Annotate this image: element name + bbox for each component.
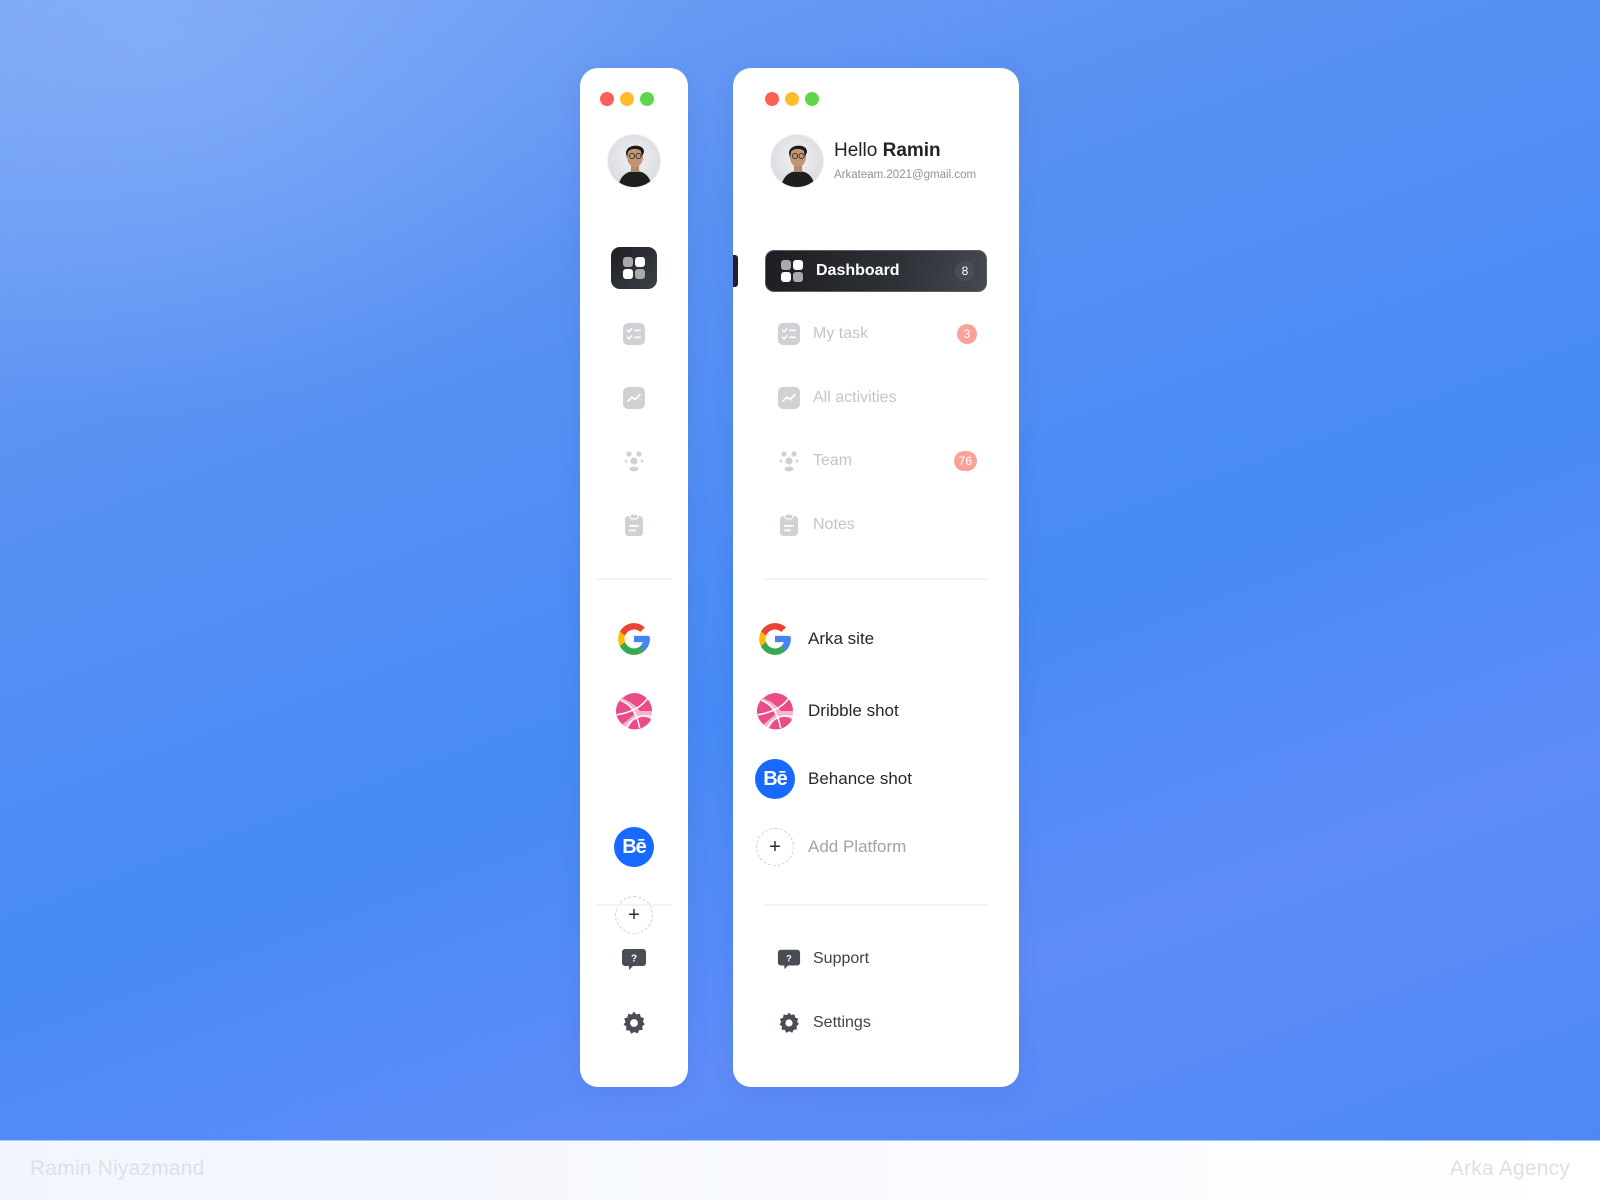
user-photo-icon	[781, 145, 815, 187]
support-label: Support	[813, 950, 870, 967]
behance-icon: Bē	[755, 759, 795, 799]
user-avatar[interactable]	[608, 135, 660, 187]
platform-label: Arka site	[808, 629, 875, 648]
clipboard-icon	[780, 513, 798, 536]
nav-label: My task	[813, 325, 869, 342]
active-indicator	[733, 255, 738, 287]
nav-item-my-task[interactable]: My task 3	[765, 313, 987, 355]
plus-icon: +	[615, 896, 653, 934]
nav-item-dashboard[interactable]: Dashboard 8	[765, 250, 987, 292]
svg-text:?: ?	[631, 954, 637, 965]
mini-add-platform-button[interactable]: +	[580, 895, 688, 935]
activity-chart-icon	[778, 387, 800, 409]
team-icon	[624, 451, 644, 472]
activity-chart-icon	[623, 387, 645, 409]
google-icon	[759, 623, 791, 655]
nav-label: Notes	[813, 516, 855, 533]
svg-text:?: ?	[786, 953, 792, 963]
collapsed-sidebar: Bē + ?	[580, 68, 688, 1087]
support-chat-icon: ?	[622, 949, 646, 970]
plus-icon: +	[756, 828, 794, 866]
minimize-window-button[interactable]	[620, 92, 634, 106]
user-avatar[interactable]	[771, 135, 823, 187]
gear-icon	[623, 1011, 645, 1034]
mini-nav-all-activities[interactable]	[580, 385, 688, 411]
user-name: Ramin	[882, 140, 941, 161]
add-platform-button[interactable]: + Add Platform	[755, 827, 906, 867]
user-greeting: Hello Ramin	[834, 140, 941, 162]
nav-badge: 8	[955, 261, 975, 281]
google-icon	[618, 623, 650, 655]
maximize-window-button[interactable]	[805, 92, 819, 106]
grid-icon	[623, 257, 645, 279]
mini-nav-team[interactable]	[580, 448, 688, 474]
platform-label: Behance shot	[808, 769, 912, 788]
settings-button[interactable]: Settings	[765, 1007, 871, 1039]
close-window-button[interactable]	[765, 92, 779, 106]
nav-item-team[interactable]: Team 76	[765, 440, 987, 482]
mini-platform-dribbble[interactable]	[580, 691, 688, 731]
nav-label: All activities	[813, 389, 897, 406]
checklist-icon	[778, 323, 800, 345]
window-controls	[600, 92, 654, 106]
platform-label: Add Platform	[808, 837, 907, 856]
nav-badge: 3	[957, 324, 977, 344]
platform-label: Dribble shot	[808, 701, 899, 720]
greeting-text: Hello	[834, 140, 878, 161]
gear-icon	[779, 1012, 799, 1033]
nav-badge: 76	[953, 451, 977, 471]
mini-nav-notes[interactable]	[580, 512, 688, 538]
designer-credit: Ramin Niyazmand	[30, 1157, 205, 1180]
minimize-window-button[interactable]	[785, 92, 799, 106]
window-controls	[765, 92, 819, 106]
behance-icon: Bē	[614, 827, 654, 867]
mini-platform-google[interactable]	[580, 619, 688, 659]
nav-label: Dashboard	[816, 262, 900, 279]
close-window-button[interactable]	[600, 92, 614, 106]
user-photo-icon	[618, 145, 652, 187]
clipboard-icon	[625, 513, 643, 536]
nav-label: Team	[813, 452, 853, 469]
settings-label: Settings	[813, 1014, 871, 1031]
support-chat-icon: ?	[777, 949, 801, 970]
mini-divider-bottom	[596, 904, 672, 906]
mini-settings-button[interactable]	[580, 1010, 688, 1036]
platform-item-arka-site[interactable]: Arka site	[755, 619, 874, 659]
grid-icon	[781, 260, 803, 282]
divider-top	[764, 578, 988, 580]
support-button[interactable]: ? Support	[765, 943, 869, 975]
dribbble-icon	[756, 692, 794, 730]
team-icon	[779, 451, 799, 472]
nav-item-notes[interactable]: Notes	[765, 504, 987, 546]
dribbble-icon	[615, 692, 653, 730]
platform-item-dribble-shot[interactable]: Dribble shot	[755, 691, 899, 731]
checklist-icon	[623, 323, 645, 345]
page-footer: Ramin Niyazmand Arka Agency	[0, 1140, 1600, 1200]
mini-support-button[interactable]: ?	[580, 946, 688, 972]
mini-nav-dashboard[interactable]	[580, 247, 688, 289]
expanded-sidebar: Hello Ramin Arkateam.2021@gmail.com Dash…	[733, 68, 1019, 1087]
nav-item-all-activities[interactable]: All activities	[765, 377, 987, 419]
mini-platform-behance[interactable]: Bē	[580, 827, 688, 867]
platform-item-behance-shot[interactable]: Bē Behance shot	[755, 759, 912, 799]
mini-divider-top	[596, 578, 672, 580]
agency-credit: Arka Agency	[1449, 1157, 1570, 1180]
mini-nav-my-task[interactable]	[580, 321, 688, 347]
divider-bottom	[764, 904, 988, 906]
user-email: Arkateam.2021@gmail.com	[834, 169, 977, 181]
maximize-window-button[interactable]	[640, 92, 654, 106]
